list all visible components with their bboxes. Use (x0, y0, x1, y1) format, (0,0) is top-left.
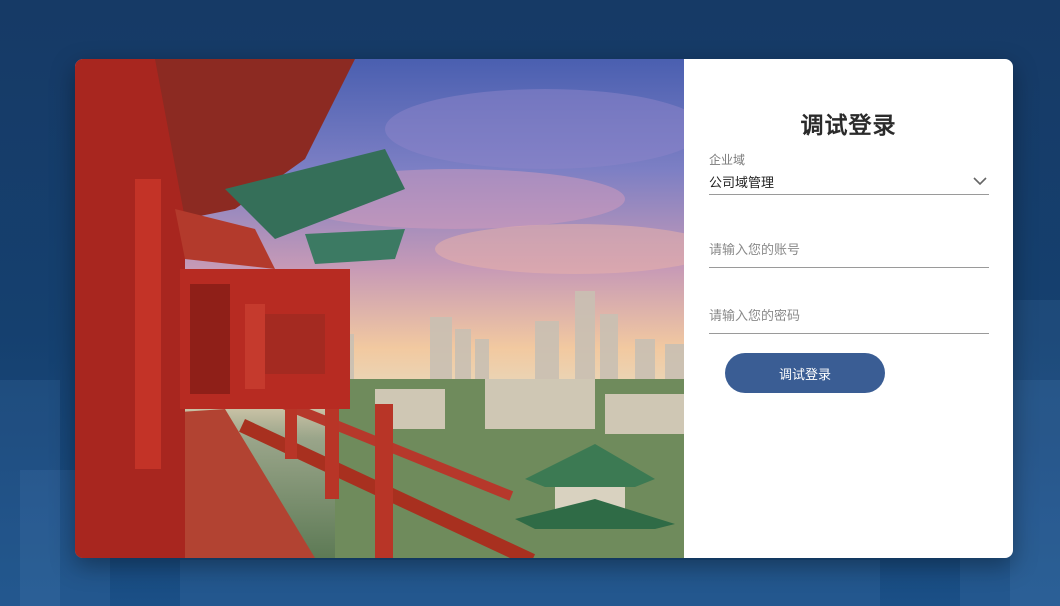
password-field (709, 299, 989, 334)
login-form: 调试登录 企业域 公司域管理 调试登录 (684, 59, 1013, 558)
domain-select[interactable]: 企业域 公司域管理 (709, 151, 989, 195)
password-input[interactable] (709, 308, 989, 324)
domain-value: 公司域管理 (709, 175, 775, 191)
domain-label: 企业域 (709, 153, 746, 167)
account-input[interactable] (709, 242, 989, 258)
account-field (709, 233, 989, 268)
login-button[interactable]: 调试登录 (725, 353, 885, 393)
chevron-down-icon[interactable] (971, 172, 989, 190)
page-title: 调试登录 (800, 113, 897, 139)
pavilion-city-photo (75, 59, 684, 558)
login-card: 调试登录 企业域 公司域管理 调试登录 (75, 59, 1013, 558)
